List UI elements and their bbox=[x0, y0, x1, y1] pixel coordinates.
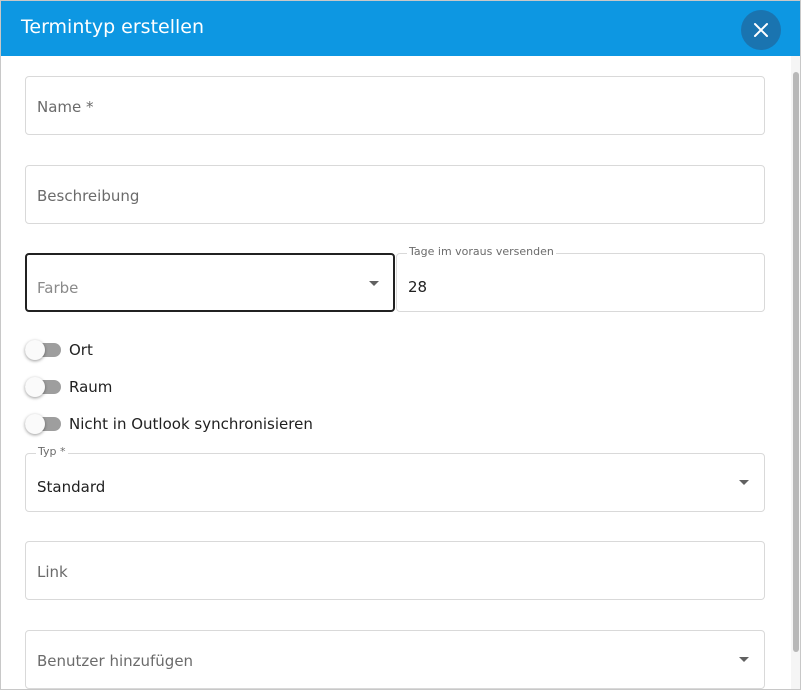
caret-down-icon bbox=[369, 281, 379, 286]
close-icon bbox=[754, 23, 768, 37]
name-placeholder: Name * bbox=[37, 98, 94, 116]
add-users-select[interactable]: Benutzer hinzufügen bbox=[25, 630, 765, 689]
dialog-body: Name * Beschreibung Farbe Tage im voraus… bbox=[1, 56, 791, 689]
ort-label: Ort bbox=[69, 341, 93, 359]
caret-down-icon bbox=[739, 480, 749, 485]
outlook-sync-toggle[interactable] bbox=[25, 414, 61, 434]
color-placeholder: Farbe bbox=[37, 279, 79, 297]
outlook-sync-label: Nicht in Outlook synchronisieren bbox=[69, 415, 313, 433]
days-in-advance-field[interactable]: Tage im voraus versenden 28 bbox=[396, 245, 765, 312]
vertical-scrollbar[interactable] bbox=[791, 56, 800, 689]
link-field[interactable]: Link bbox=[25, 541, 765, 600]
ort-toggle[interactable] bbox=[25, 340, 61, 360]
type-label: Typ * bbox=[36, 445, 68, 458]
toggle-thumb bbox=[25, 414, 45, 434]
close-button[interactable] bbox=[741, 10, 781, 50]
type-select[interactable]: Typ * Standard bbox=[25, 445, 765, 512]
toggle-thumb bbox=[25, 377, 45, 397]
add-users-placeholder: Benutzer hinzufügen bbox=[37, 652, 194, 670]
dialog-header: Termintyp erstellen bbox=[1, 1, 800, 56]
description-placeholder: Beschreibung bbox=[37, 187, 140, 205]
days-in-advance-label: Tage im voraus versenden bbox=[407, 245, 556, 258]
color-select[interactable]: Farbe bbox=[25, 253, 395, 312]
days-in-advance-value: 28 bbox=[408, 278, 428, 296]
dialog-title: Termintyp erstellen bbox=[21, 16, 204, 38]
raum-label: Raum bbox=[69, 378, 113, 396]
type-value: Standard bbox=[37, 478, 106, 496]
link-placeholder: Link bbox=[37, 563, 68, 581]
create-appointment-type-dialog: Termintyp erstellen Name * Beschreibung … bbox=[0, 0, 801, 690]
caret-down-icon bbox=[739, 657, 749, 662]
name-field[interactable]: Name * bbox=[25, 76, 765, 135]
scrollbar-thumb[interactable] bbox=[793, 72, 799, 652]
toggle-thumb bbox=[25, 340, 45, 360]
description-field[interactable]: Beschreibung bbox=[25, 165, 765, 224]
raum-toggle[interactable] bbox=[25, 377, 61, 397]
